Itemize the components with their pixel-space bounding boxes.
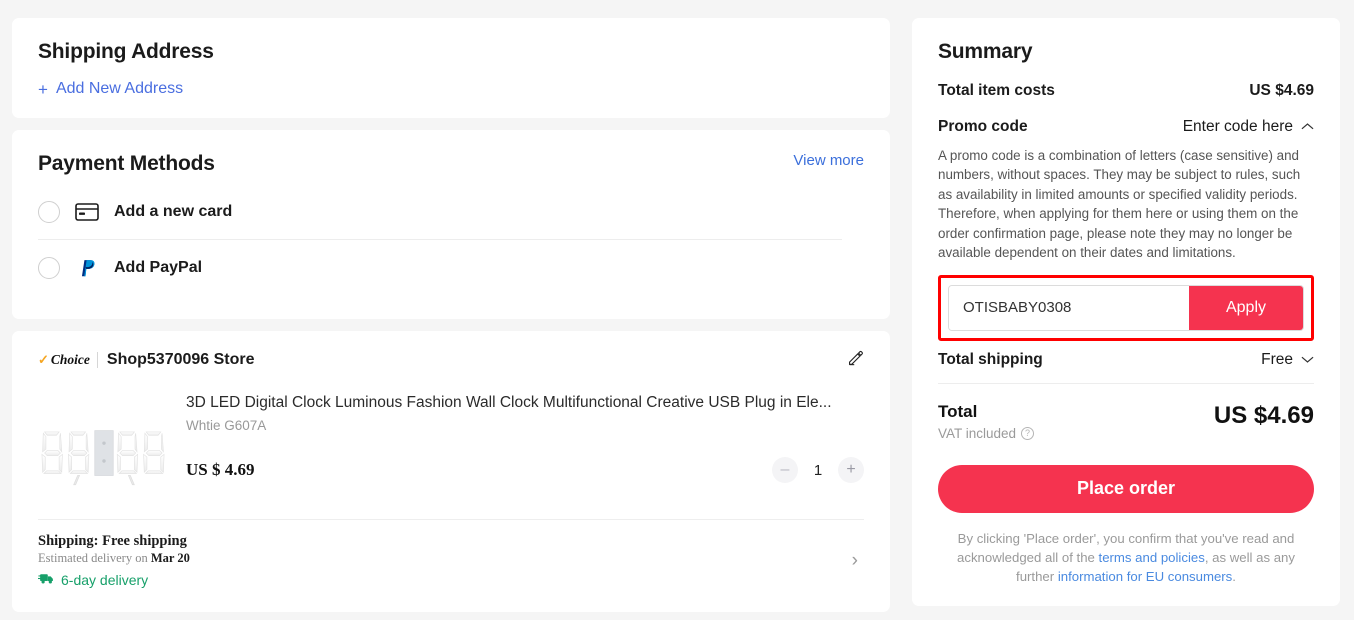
truck-icon (38, 572, 55, 588)
product-price: US $ 4.69 (186, 460, 254, 480)
total-shipping-value: Free (1261, 351, 1293, 369)
shipping-method: Shipping: Free shipping (38, 533, 852, 550)
quantity-decrease-button[interactable]: – (772, 457, 798, 483)
left-column: Shipping Address + Add New Address Payme… (12, 18, 890, 612)
add-new-address-label: Add New Address (56, 80, 183, 98)
vat-label: VAT included (938, 426, 1016, 441)
delivery-badge-label: 6-day delivery (61, 572, 148, 588)
payment-option-label: Add PayPal (114, 259, 202, 277)
check-icon: ✓ (38, 352, 49, 368)
order-item-footer: US $ 4.69 – 1 + (186, 457, 864, 483)
product-title[interactable]: 3D LED Digital Clock Luminous Fashion Wa… (186, 393, 864, 412)
promo-code-label: Promo code (938, 118, 1028, 136)
summary-title: Summary (938, 40, 1314, 64)
total-shipping-row: Total shipping Free (938, 351, 1314, 383)
payment-option-label: Add a new card (114, 203, 232, 221)
total-item-costs-row: Total item costs US $4.69 (938, 82, 1314, 100)
product-variant: Whtie G607A (186, 418, 864, 433)
total-shipping-toggle[interactable]: Free (1261, 351, 1314, 369)
terms-and-policies-link[interactable]: terms and policies (1099, 550, 1205, 565)
store-name[interactable]: Shop5370096 Store (107, 351, 255, 369)
product-thumbnail[interactable] (38, 413, 170, 505)
payment-methods-list: Add a new card Add PayPal (38, 184, 864, 295)
add-new-address-button[interactable]: + Add New Address (38, 80, 864, 98)
promo-code-row: Promo code Enter code here (938, 118, 1314, 136)
promo-code-description: A promo code is a combination of letters… (938, 146, 1314, 263)
payment-methods-title: Payment Methods (38, 152, 215, 176)
payment-option-new-card[interactable]: Add a new card (38, 184, 842, 239)
radio-paypal[interactable] (38, 257, 60, 279)
pencil-icon[interactable] (847, 349, 864, 371)
chevron-down-icon (1301, 351, 1314, 369)
vat-note: VAT included ? (938, 426, 1034, 441)
choice-label: Choice (51, 352, 90, 368)
estimated-delivery-date: Mar 20 (151, 551, 190, 565)
credit-card-icon (74, 202, 100, 222)
view-more-link[interactable]: View more (793, 152, 864, 169)
summary-divider (938, 383, 1314, 384)
legal-disclaimer: By clicking 'Place order', you confirm t… (938, 529, 1314, 586)
radio-new-card[interactable] (38, 201, 60, 223)
promo-code-highlight-box: Apply (938, 275, 1314, 341)
promo-code-toggle-label: Enter code here (1183, 118, 1293, 136)
total-shipping-label: Total shipping (938, 351, 1043, 369)
total-label: Total (938, 402, 1034, 422)
order-item-row: 3D LED Digital Clock Luminous Fashion Wa… (38, 389, 864, 505)
eu-consumers-link[interactable]: information for EU consumers (1058, 569, 1232, 584)
legal-text-3: . (1232, 569, 1236, 584)
chevron-right-icon[interactable]: › (852, 550, 864, 572)
total-row: Total VAT included ? US $4.69 (938, 402, 1314, 441)
paypal-icon (74, 258, 100, 278)
store-header: ✓ Choice Shop5370096 Store (38, 349, 864, 371)
total-item-costs-value: US $4.69 (1249, 82, 1314, 100)
shipping-info-row[interactable]: Shipping: Free shipping Estimated delive… (38, 519, 864, 602)
total-item-costs-label: Total item costs (938, 82, 1055, 100)
quantity-value: 1 (812, 462, 824, 479)
estimated-delivery: Estimated delivery on Mar 20 (38, 551, 852, 566)
total-left: Total VAT included ? (938, 402, 1034, 441)
apply-promo-button[interactable]: Apply (1189, 286, 1303, 330)
place-order-button[interactable]: Place order (938, 465, 1314, 513)
shipping-address-card: Shipping Address + Add New Address (12, 18, 890, 118)
total-value: US $4.69 (1214, 402, 1314, 430)
promo-code-input-group: Apply (948, 285, 1304, 331)
checkout-page: Shipping Address + Add New Address Payme… (0, 0, 1354, 620)
promo-code-toggle[interactable]: Enter code here (1183, 118, 1314, 136)
chevron-up-icon (1301, 118, 1314, 136)
payment-methods-card: Payment Methods View more Add a new card (12, 130, 890, 319)
summary-card: Summary Total item costs US $4.69 Promo … (912, 18, 1340, 606)
choice-badge: ✓ Choice (38, 352, 98, 368)
order-item-details: 3D LED Digital Clock Luminous Fashion Wa… (186, 389, 864, 483)
right-column: Summary Total item costs US $4.69 Promo … (912, 18, 1340, 606)
plus-icon: + (38, 81, 48, 98)
shipping-info-text: Shipping: Free shipping Estimated delive… (38, 533, 852, 588)
quantity-stepper: – 1 + (772, 457, 864, 483)
quantity-increase-button[interactable]: + (838, 457, 864, 483)
promo-code-input[interactable] (949, 286, 1189, 330)
help-icon[interactable]: ? (1021, 427, 1034, 440)
estimated-delivery-prefix: Estimated delivery on (38, 551, 151, 565)
payment-option-paypal[interactable]: Add PayPal (38, 239, 842, 295)
shipping-address-title: Shipping Address (38, 40, 864, 64)
payment-methods-header: Payment Methods View more (38, 152, 864, 176)
delivery-badge: 6-day delivery (38, 572, 852, 588)
order-item-card: ✓ Choice Shop5370096 Store (12, 331, 890, 612)
